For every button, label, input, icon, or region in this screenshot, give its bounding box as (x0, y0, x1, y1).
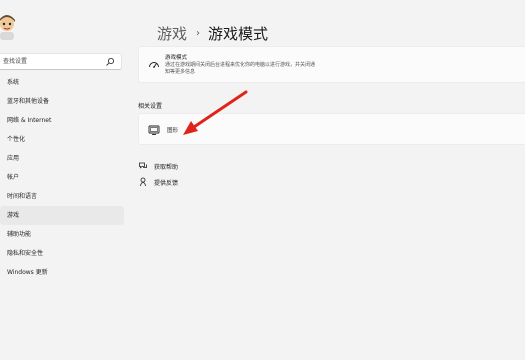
breadcrumb-separator: › (196, 27, 201, 39)
main-content: 游戏 › 游戏模式 游戏模式 通过在游戏期间关闭后台进程来优化你的电脑以进行游戏… (130, 0, 525, 360)
search-icon[interactable] (105, 57, 115, 67)
sidebar-item-accessibility[interactable]: 辅助功能 (0, 225, 124, 244)
monitor-icon (148, 125, 160, 135)
get-help-label: 获取帮助 (154, 163, 179, 171)
help-icon (139, 162, 147, 169)
breadcrumb: 游戏 › 游戏模式 (157, 22, 268, 44)
sidebar-item-bluetooth-devices[interactable]: 蓝牙和其他设备 (0, 92, 124, 111)
page-title: 游戏模式 (208, 24, 269, 43)
related-settings-heading: 相关设置 (138, 103, 163, 110)
graphics-label: 图形 (167, 128, 179, 134)
game-mode-card[interactable]: 游戏模式 通过在游戏期间关闭后台进程来优化你的电脑以进行游戏，并关闭通知等更多信… (138, 46, 525, 83)
sidebar-item-apps[interactable]: 应用 (0, 149, 124, 168)
get-help-link[interactable]: 获取帮助 (138, 161, 178, 171)
sidebar-item-personalization[interactable]: 个性化 (0, 130, 124, 149)
sidebar-item-privacy-security[interactable]: 隐私和安全性 (0, 244, 124, 263)
sidebar-item-network[interactable]: 网络 & Internet (0, 111, 124, 130)
graphics-card[interactable]: 图形 (138, 113, 525, 145)
game-mode-gauge-icon (149, 62, 159, 68)
settings-window: 系统 蓝牙和其他设备 网络 & Internet 个性化 应用 帐户 时间和语言… (0, 0, 525, 360)
sidebar-item-windows-update[interactable]: Windows 更新 (0, 263, 124, 282)
sidebar-item-system[interactable]: 系统 (0, 73, 124, 92)
avatar-icon (0, 15, 15, 40)
breadcrumb-parent[interactable]: 游戏 (157, 23, 187, 44)
feedback-icon (140, 177, 146, 187)
sidebar: 系统 蓝牙和其他设备 网络 & Internet 个性化 应用 帐户 时间和语言… (0, 0, 130, 360)
search-box[interactable] (0, 53, 122, 70)
sidebar-item-gaming[interactable]: 游戏 (0, 206, 124, 225)
give-feedback-link[interactable]: 提供反馈 (138, 177, 178, 187)
sidebar-item-accounts[interactable]: 帐户 (0, 168, 124, 187)
give-feedback-label: 提供反馈 (154, 179, 179, 187)
sidebar-item-time-language[interactable]: 时间和语言 (0, 187, 124, 206)
sidebar-nav: 系统 蓝牙和其他设备 网络 & Internet 个性化 应用 帐户 时间和语言… (0, 73, 124, 282)
game-mode-description: 通过在游戏期间关闭后台进程来优化你的电脑以进行游戏，并关闭通知等更多信息 (165, 62, 316, 75)
avatar[interactable] (0, 14, 18, 40)
search-input[interactable] (3, 55, 103, 68)
game-mode-title: 游戏模式 (165, 55, 188, 61)
